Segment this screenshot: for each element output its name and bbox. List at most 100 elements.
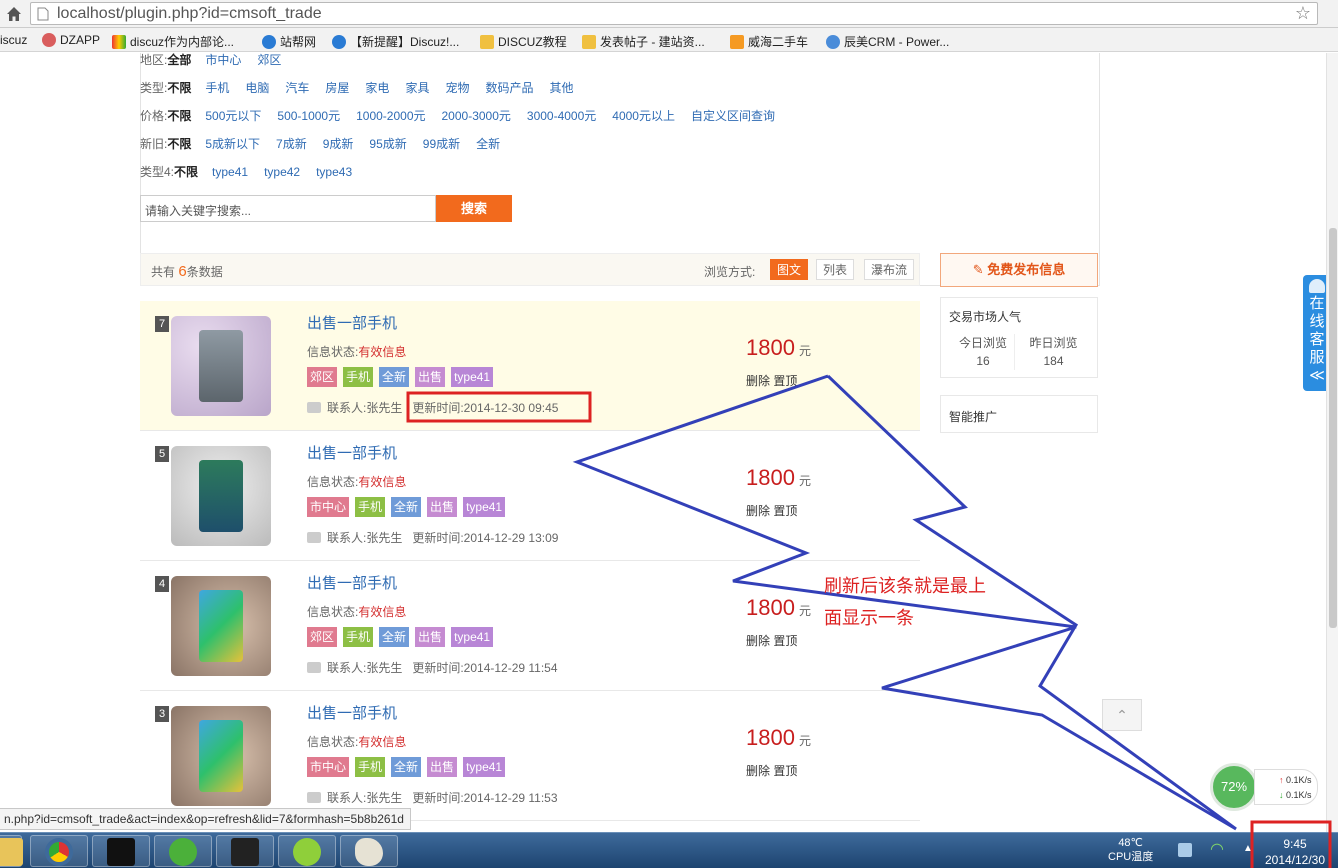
filter-option[interactable]: 汽车 [285, 81, 309, 95]
listing-actions[interactable]: 删除 置顶 [746, 502, 797, 519]
bookmark-item[interactable]: 站帮网 [262, 33, 316, 50]
listing-actions[interactable]: 删除 置顶 [746, 762, 797, 779]
listing-tag[interactable]: 出售 [427, 757, 458, 777]
listing-thumbnail[interactable]: 7 [155, 316, 271, 416]
system-clock[interactable]: 9:45 2014/12/30 [1256, 836, 1334, 868]
listing-tag[interactable]: 全新 [391, 497, 422, 517]
listing-tag[interactable]: 郊区 [307, 367, 338, 387]
bookmark-item[interactable]: 发表帖子 - 建站资... [582, 33, 705, 50]
listing-tag[interactable]: 出售 [415, 627, 446, 647]
listing-title[interactable]: 出售一部手机 [307, 312, 397, 333]
bookmark-item[interactable]: 【新提醒】Discuz!... [332, 33, 459, 50]
filter-all[interactable]: 不限 [174, 165, 198, 179]
listing-tag[interactable]: type41 [451, 367, 494, 387]
filter-all[interactable]: 不限 [167, 81, 191, 95]
listing-actions[interactable]: 删除 置顶 [746, 372, 797, 389]
tray-arrow-icon[interactable]: ▲ [1243, 843, 1253, 854]
listing-item[interactable]: 7 出售一部手机 信息状态:有效信息 郊区 手机 全新 出售 type41 联系人:张先… [140, 301, 920, 431]
filter-option[interactable]: 宠物 [445, 81, 469, 95]
home-icon[interactable] [4, 4, 24, 24]
vertical-scrollbar[interactable] [1326, 53, 1338, 832]
filter-option[interactable]: type41 [212, 165, 248, 179]
listing-thumbnail[interactable]: 5 [155, 446, 271, 546]
listing-title[interactable]: 出售一部手机 [307, 572, 397, 593]
publish-button[interactable]: ✎ 免费发布信息 [940, 253, 1098, 287]
filter-option[interactable]: 自定义区间查询 [691, 109, 775, 123]
scrollbar-thumb[interactable] [1329, 228, 1337, 628]
filter-option[interactable]: 房屋 [325, 81, 349, 95]
listing-item[interactable]: 5 出售一部手机 信息状态:有效信息 市中心 手机 全新 出售 type41 联系人:张… [140, 431, 920, 561]
listing-tag[interactable]: 郊区 [307, 627, 338, 647]
listing-thumbnail[interactable]: 4 [155, 576, 271, 676]
filter-option[interactable]: type43 [316, 165, 352, 179]
view-list-button[interactable]: 列表 [816, 259, 855, 280]
listing-item[interactable]: 3 出售一部手机 信息状态:有效信息 市中心 手机 全新 出售 type41 联系人:张… [140, 691, 920, 821]
bookmark-item[interactable]: DISCUZ教程 [480, 33, 567, 50]
url-input[interactable]: localhost/plugin.php?id=cmsoft_trade ☆ [30, 2, 1318, 25]
view-waterfall-button[interactable]: 瀑布流 [864, 259, 915, 280]
taskbar-button[interactable] [216, 835, 274, 867]
listing-tag[interactable]: 手机 [355, 757, 386, 777]
filter-option[interactable]: 手机 [205, 81, 229, 95]
listing-tag[interactable]: 全新 [379, 367, 410, 387]
listing-tag[interactable]: 市中心 [307, 757, 350, 777]
bookmark-item[interactable]: 威海二手车 [730, 33, 808, 50]
filter-all[interactable]: 全部 [167, 53, 191, 67]
listing-tag[interactable]: 全新 [379, 627, 410, 647]
filter-option[interactable]: 1000-2000元 [356, 109, 425, 123]
filter-all[interactable]: 不限 [167, 109, 191, 123]
listing-tag[interactable]: 手机 [343, 627, 374, 647]
filter-option[interactable]: 7成新 [276, 137, 307, 151]
tray-icon[interactable] [1178, 843, 1192, 857]
filter-option[interactable]: 家具 [405, 81, 429, 95]
taskbar-button[interactable] [92, 835, 150, 867]
listing-tag[interactable]: type41 [463, 757, 506, 777]
filter-all[interactable]: 不限 [167, 137, 191, 151]
taskbar-button[interactable] [154, 835, 212, 867]
filter-option[interactable]: 4000元以上 [612, 109, 675, 123]
filter-option[interactable]: 95成新 [369, 137, 406, 151]
listing-title[interactable]: 出售一部手机 [307, 442, 397, 463]
filter-option[interactable]: 全新 [476, 137, 500, 151]
listing-tag[interactable]: type41 [463, 497, 506, 517]
listing-tag[interactable]: 出售 [427, 497, 458, 517]
view-image-text-button[interactable]: 图文 [770, 259, 809, 280]
filter-option[interactable]: 500-1000元 [277, 109, 340, 123]
search-button[interactable]: 搜索 [436, 195, 512, 222]
filter-option[interactable]: 郊区 [257, 53, 281, 67]
taskbar-button[interactable] [30, 835, 88, 867]
taskbar-button[interactable] [278, 835, 336, 867]
back-to-top-button[interactable]: ⌃ [1102, 699, 1142, 731]
listing-tag[interactable]: 手机 [343, 367, 374, 387]
bookmark-item[interactable]: 辰美CRM - Power... [826, 33, 949, 50]
bookmark-item[interactable]: DZAPP [42, 33, 100, 47]
filter-option[interactable]: 5成新以下 [205, 137, 260, 151]
listing-tag[interactable]: 手机 [355, 497, 386, 517]
filter-option[interactable]: 2000-3000元 [442, 109, 511, 123]
listing-item[interactable]: 4 出售一部手机 信息状态:有效信息 郊区 手机 全新 出售 type41 联系人:张先… [140, 561, 920, 691]
filter-option[interactable]: 其他 [549, 81, 573, 95]
listing-tag[interactable]: type41 [451, 627, 494, 647]
filter-option[interactable]: 电脑 [245, 81, 269, 95]
bookmark-item[interactable]: discuz作为内部论... [112, 33, 234, 50]
taskbar-button[interactable] [340, 835, 398, 867]
filter-option[interactable]: 家电 [365, 81, 389, 95]
filter-option[interactable]: 500元以下 [205, 109, 261, 123]
bookmark-star-icon[interactable]: ☆ [1295, 3, 1311, 24]
filter-option[interactable]: 99成新 [423, 137, 460, 151]
bookmark-item[interactable]: iscuz [0, 33, 27, 47]
filter-option[interactable]: 市中心 [205, 53, 241, 67]
listing-tag[interactable]: 出售 [415, 367, 446, 387]
online-service-tab[interactable]: 在线客服 ≪ [1303, 275, 1326, 391]
filter-option[interactable]: 9成新 [323, 137, 354, 151]
search-input[interactable]: 请输入关键字搜索... [140, 195, 436, 222]
taskbar-button[interactable] [0, 835, 23, 867]
listing-tag[interactable]: 全新 [391, 757, 422, 777]
wifi-icon[interactable]: ◠ [1210, 839, 1224, 859]
listing-tag[interactable]: 市中心 [307, 497, 350, 517]
filter-option[interactable]: 3000-4000元 [527, 109, 596, 123]
filter-option[interactable]: 数码产品 [485, 81, 533, 95]
network-speed-widget[interactable]: 72% ↑ 0.1K/s ↓ 0.1K/s [1210, 763, 1318, 811]
listing-thumbnail[interactable]: 3 [155, 706, 271, 806]
listing-title[interactable]: 出售一部手机 [307, 702, 397, 723]
